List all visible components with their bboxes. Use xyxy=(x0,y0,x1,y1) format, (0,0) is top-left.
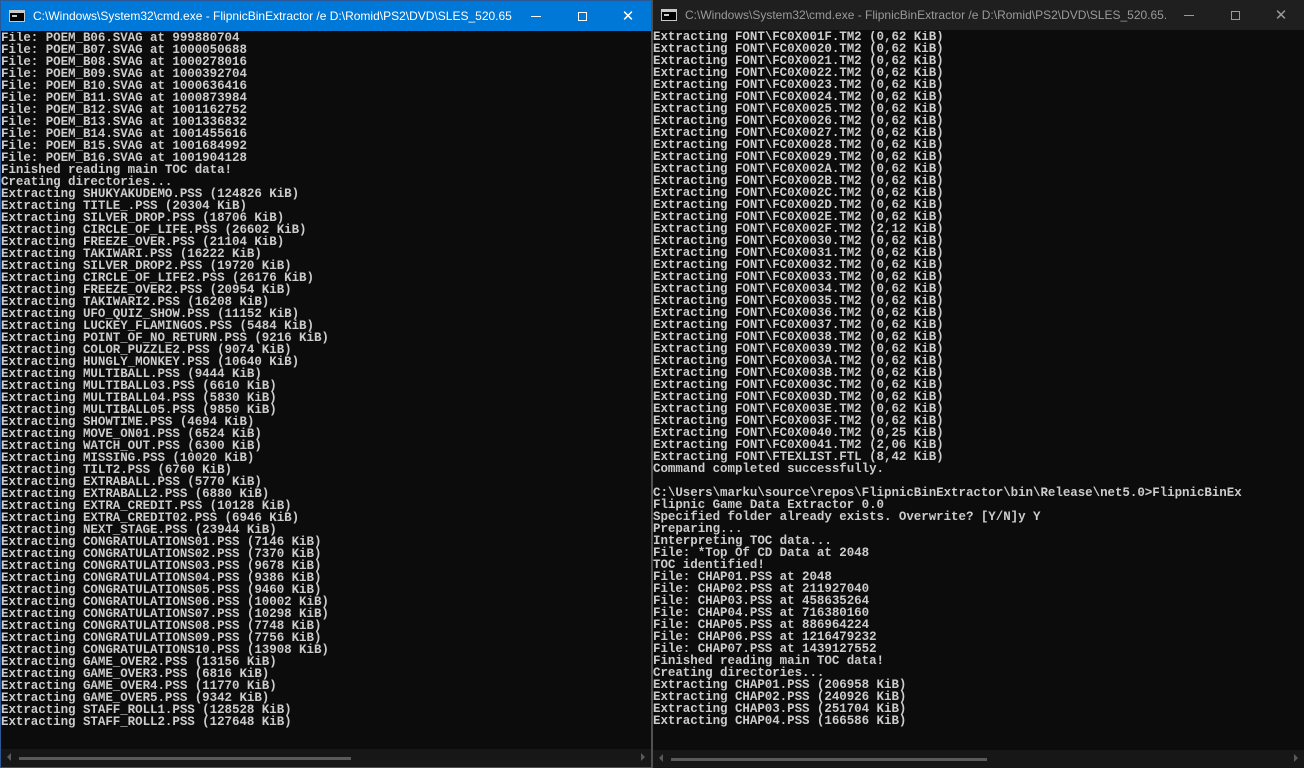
maximize-button[interactable] xyxy=(559,1,605,31)
scrollbar-thumb[interactable] xyxy=(671,758,987,761)
minimize-icon xyxy=(531,15,541,17)
console-line: Extracting STAFF_ROLL2.PSS (127648 KiB) xyxy=(1,715,292,729)
console-output[interactable]: File: POEM_B06.SVAG at 999880704 File: PO… xyxy=(1,32,651,749)
horizontal-scrollbar[interactable] xyxy=(1,749,651,767)
cmd-window-left[interactable]: C:\Windows\System32\cmd.exe - FlipnicBin… xyxy=(0,0,652,768)
close-icon: ✕ xyxy=(1274,5,1288,24)
title-bar[interactable]: C:\Windows\System32\cmd.exe - FlipnicBin… xyxy=(1,1,651,31)
console-line: Specified folder already exists. Overwri… xyxy=(653,510,1041,524)
close-icon: ✕ xyxy=(621,6,635,25)
window-title: C:\Windows\System32\cmd.exe - FlipnicBin… xyxy=(33,9,513,23)
console-output[interactable]: Extracting FONT\FC0X001F.TM2 (0,62 KiB) E… xyxy=(653,31,1304,750)
window-title: C:\Windows\System32\cmd.exe - FlipnicBin… xyxy=(685,8,1166,22)
console-icon xyxy=(9,10,25,22)
console-icon xyxy=(661,9,677,21)
close-button[interactable]: ✕ xyxy=(605,1,651,31)
minimize-icon xyxy=(1184,14,1194,16)
scroll-right-icon[interactable] xyxy=(641,753,645,761)
console-line: Extracting CHAP04.PSS (166586 KiB) xyxy=(653,714,907,728)
maximize-icon xyxy=(577,11,587,21)
console-line: Command completed successfully. xyxy=(653,462,884,476)
cmd-window-right[interactable]: C:\Windows\System32\cmd.exe - FlipnicBin… xyxy=(652,0,1304,768)
scroll-left-icon[interactable] xyxy=(659,754,663,762)
scroll-left-icon[interactable] xyxy=(7,753,11,761)
close-button[interactable]: ✕ xyxy=(1258,0,1304,30)
scroll-right-icon[interactable] xyxy=(1294,754,1298,762)
minimize-button[interactable] xyxy=(1166,0,1212,30)
maximize-button[interactable] xyxy=(1212,0,1258,30)
title-bar[interactable]: C:\Windows\System32\cmd.exe - FlipnicBin… xyxy=(653,0,1304,30)
horizontal-scrollbar[interactable] xyxy=(653,750,1304,768)
scrollbar-thumb[interactable] xyxy=(19,757,351,760)
minimize-button[interactable] xyxy=(513,1,559,31)
maximize-icon xyxy=(1230,10,1240,20)
